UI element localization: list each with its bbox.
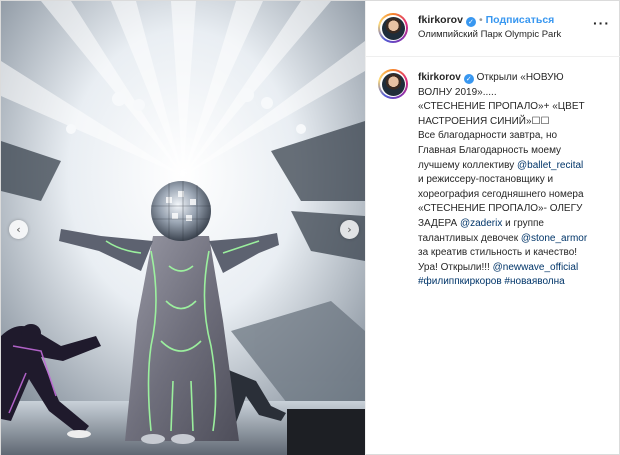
follow-button[interactable]: Подписаться <box>486 14 555 26</box>
caption-text-segment: ЗАДЕРА <box>418 217 460 229</box>
username-link[interactable]: fkirkorov <box>418 14 463 26</box>
caption-line: лучшему коллективу @ballet_recital <box>418 159 618 174</box>
caption-line: «СТЕСНЕНИЕ ПРОПАЛО»- ОЛЕГУ <box>418 202 618 217</box>
post-photo[interactable]: ‹ › <box>1 1 365 455</box>
hashtag-link[interactable]: #филиппкиркоров <box>418 276 502 287</box>
separator-dot: • <box>478 14 483 26</box>
caption-line: «СТЕСНЕНИЕ ПРОПАЛО»+ «ЦВЕТ <box>418 100 618 115</box>
caption-line: ЗАДЕРА @zaderix и группе <box>418 217 618 232</box>
caption-text-segment: «СТЕСНЕНИЕ ПРОПАЛО»+ «ЦВЕТ <box>418 101 585 113</box>
caption-text-segment: за креатив стильность и качество! <box>418 247 578 259</box>
caption-line: за креатив стильность и качество! <box>418 246 618 261</box>
hashtag-link[interactable]: #новаяволна <box>504 276 564 287</box>
mention-link[interactable]: @zaderix <box>460 218 502 229</box>
mention-link[interactable]: @stone_armor <box>521 233 587 244</box>
post-header: fkirkorov ✓ • Подписаться Олимпийский Парк … <box>366 1 620 57</box>
caption-text-segment: и режиссеру-постановщику и <box>418 174 554 186</box>
verified-badge-icon: ✓ <box>465 17 476 27</box>
caption-text-segment: Главная Благодарность моему <box>418 144 562 156</box>
caption-line: Все благодарности завтра, но <box>418 129 618 144</box>
chevron-left-icon: ‹ <box>16 223 21 236</box>
caption-text-segment: хореография сегодняшнего номера <box>418 188 584 200</box>
avatar[interactable] <box>378 13 408 43</box>
mention-link[interactable]: @newwave_official <box>493 262 579 273</box>
caption-line: Главная Благодарность моему <box>418 144 618 159</box>
caption-line: талантливых девочек @stone_armor <box>418 232 618 247</box>
caption-text-segment: и группе <box>502 217 544 229</box>
caption-text-segment: Ура! Открыли!!! <box>418 261 493 273</box>
previous-photo-button[interactable]: ‹ <box>9 220 28 239</box>
caption-text-segment: НАСТРОЕНИЯ СИНИЙ»☐☐ <box>418 115 550 127</box>
caption-text-segment: ВОЛНУ 2019»..... <box>418 86 497 98</box>
next-photo-button[interactable]: › <box>340 220 359 239</box>
verified-badge-icon: ✓ <box>463 74 474 84</box>
location-link[interactable]: Олимпийский Парк Olympic Park <box>418 29 561 40</box>
caption-username-link[interactable]: fkirkorov <box>418 72 461 83</box>
caption-line: Ура! Открыли!!! @newwave_official <box>418 261 618 276</box>
caption-line: и режиссеру-постановщику и <box>418 173 618 188</box>
caption-line: НАСТРОЕНИЯ СИНИЙ»☐☐ <box>418 115 618 130</box>
caption-avatar[interactable] <box>378 69 408 99</box>
header-user-row: fkirkorov ✓ • Подписаться <box>418 14 554 27</box>
more-options-icon[interactable]: ··· <box>593 16 610 30</box>
caption-text-segment: лучшему коллективу <box>418 159 517 171</box>
concert-photo <box>1 1 365 455</box>
caption-line: #филиппкиркоров #новаяволна <box>418 275 618 290</box>
mention-link[interactable]: @ballet_recital <box>517 160 583 171</box>
caption-text: fkirkorov ✓ Открыли «НОВУЮ ВОЛНУ 2019»....… <box>418 71 618 290</box>
caption-text-segment: Все благодарности завтра, но <box>418 130 558 142</box>
instagram-post: ‹ › fkirkorov ✓ • Подписаться Олимпийский П… <box>0 0 620 455</box>
caption-text-segment: Открыли «НОВУЮ <box>476 72 564 83</box>
caption-line: хореография сегодняшнего номера <box>418 188 618 203</box>
caption-text-segment: «СТЕСНЕНИЕ ПРОПАЛО»- ОЛЕГУ <box>418 203 583 215</box>
caption-line: fkirkorov ✓ Открыли «НОВУЮ <box>418 71 618 86</box>
chevron-right-icon: › <box>347 223 352 236</box>
post-side-panel: fkirkorov ✓ • Подписаться Олимпийский Парк … <box>365 1 620 455</box>
caption-line: ВОЛНУ 2019»..... <box>418 86 618 101</box>
caption-text-segment: талантливых девочек <box>418 232 521 244</box>
